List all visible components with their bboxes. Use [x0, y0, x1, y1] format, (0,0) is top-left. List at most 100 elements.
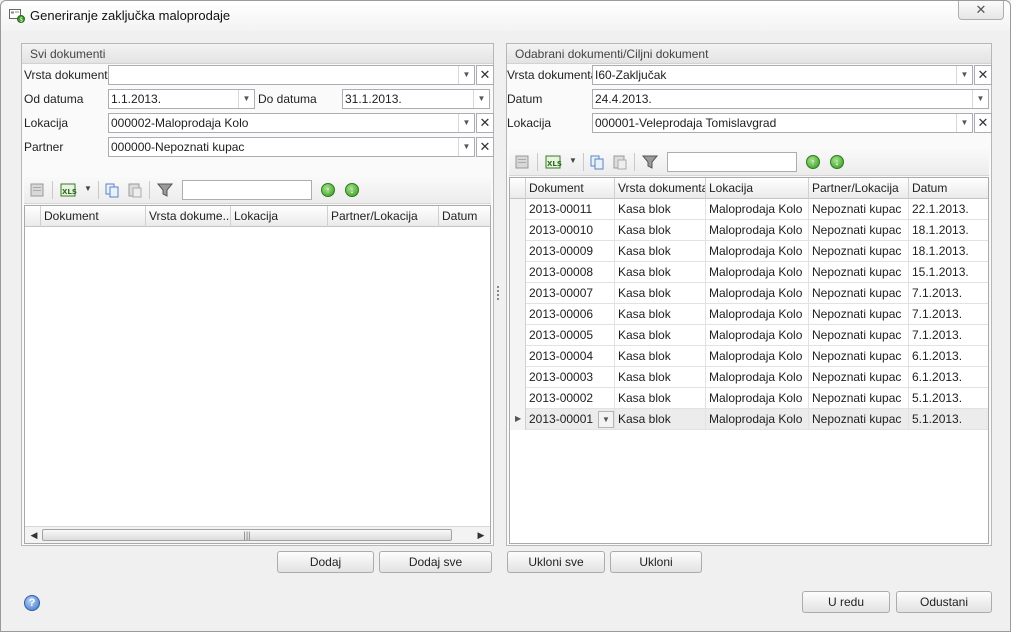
row-indicator[interactable]: [510, 325, 526, 346]
clear-icon[interactable]: ✕: [974, 113, 992, 133]
column-header[interactable]: Lokacija: [231, 206, 328, 227]
excel-export-icon[interactable]: XLS: [60, 182, 80, 198]
table-cell[interactable]: Kasa blok: [615, 409, 706, 430]
table-cell[interactable]: Nepoznati kupac: [809, 220, 909, 241]
table-row[interactable]: 2013-00007 Kasa blok Maloprodaja Kolo Nepoz…: [510, 283, 988, 304]
table-cell[interactable]: Maloprodaja Kolo: [706, 325, 809, 346]
table-cell[interactable]: Kasa blok: [615, 346, 706, 367]
table-cell[interactable]: 5.1.2013.: [909, 388, 988, 409]
ukloni-button[interactable]: Ukloni: [610, 551, 702, 573]
dropdown-arrow-icon[interactable]: ▼: [458, 66, 474, 84]
row-indicator[interactable]: [510, 262, 526, 283]
table-cell[interactable]: Nepoznati kupac: [809, 388, 909, 409]
move-down-icon[interactable]: ↓: [345, 183, 359, 197]
table-cell[interactable]: Nepoznati kupac: [809, 304, 909, 325]
clear-icon[interactable]: ✕: [476, 113, 494, 133]
dropdown-arrow-icon[interactable]: ▼: [473, 90, 489, 108]
table-cell[interactable]: 2013-00010: [526, 220, 615, 241]
table-cell[interactable]: 5.1.2013.: [909, 409, 988, 430]
table-cell[interactable]: Nepoznati kupac: [809, 367, 909, 388]
table-row[interactable]: 2013-00011 Kasa blok Maloprodaja Kolo Nepoz…: [510, 199, 988, 220]
table-cell[interactable]: Kasa blok: [615, 199, 706, 220]
paste-icon[interactable]: [612, 154, 628, 170]
table-cell[interactable]: 2013-00005: [526, 325, 615, 346]
column-header[interactable]: Datum: [909, 178, 988, 199]
table-cell[interactable]: Nepoznati kupac: [809, 241, 909, 262]
left-search-input[interactable]: [182, 180, 312, 200]
row-indicator[interactable]: [510, 346, 526, 367]
dropdown-arrow-icon[interactable]: ▼: [972, 90, 988, 108]
dropdown-arrow-icon[interactable]: ▼: [458, 114, 474, 132]
row-indicator[interactable]: [510, 388, 526, 409]
row-indicator[interactable]: [510, 283, 526, 304]
table-cell[interactable]: 2013-00003: [526, 367, 615, 388]
table-cell[interactable]: Maloprodaja Kolo: [706, 220, 809, 241]
excel-export-icon[interactable]: XLS: [545, 154, 565, 170]
table-cell[interactable]: Kasa blok: [615, 325, 706, 346]
scroll-left-icon[interactable]: ◀: [28, 529, 40, 541]
table-cell[interactable]: Maloprodaja Kolo: [706, 304, 809, 325]
column-header[interactable]: Dokument: [41, 206, 146, 227]
dodaj-sve-button[interactable]: Dodaj sve: [379, 551, 492, 573]
scrollbar-thumb[interactable]: |||: [42, 529, 452, 541]
right-lokacija-field[interactable]: 000001-Veleprodaja Tomislavgrad ▼ ✕: [592, 113, 992, 133]
column-header[interactable]: Partner/Lokacija: [809, 178, 909, 199]
dropdown-arrow-icon[interactable]: ▼: [458, 138, 474, 156]
table-cell[interactable]: Maloprodaja Kolo: [706, 388, 809, 409]
table-cell[interactable]: Kasa blok: [615, 262, 706, 283]
table-cell[interactable]: Nepoznati kupac: [809, 262, 909, 283]
table-row[interactable]: 2013-00008 Kasa blok Maloprodaja Kolo Nepoz…: [510, 262, 988, 283]
table-cell[interactable]: Kasa blok: [615, 388, 706, 409]
move-up-icon[interactable]: ↑: [806, 155, 820, 169]
table-row[interactable]: 2013-00005 Kasa blok Maloprodaja Kolo Nepoz…: [510, 325, 988, 346]
right-search-input[interactable]: [667, 152, 797, 172]
column-header[interactable]: Datum: [439, 206, 490, 227]
dropdown-arrow-icon[interactable]: ▼: [956, 66, 972, 84]
move-up-icon[interactable]: ↑: [321, 183, 335, 197]
dropdown-arrow-icon[interactable]: ▼: [238, 90, 254, 108]
table-cell[interactable]: 2013-00011: [526, 199, 615, 220]
table-cell[interactable]: Nepoznati kupac: [809, 325, 909, 346]
table-cell[interactable]: Maloprodaja Kolo: [706, 367, 809, 388]
column-header[interactable]: Vrsta dokumenta: [615, 178, 706, 199]
table-row[interactable]: 2013-00002 Kasa blok Maloprodaja Kolo Nepoz…: [510, 388, 988, 409]
table-cell[interactable]: Nepoznati kupac: [809, 199, 909, 220]
table-cell[interactable]: Kasa blok: [615, 220, 706, 241]
table-cell[interactable]: Kasa blok: [615, 283, 706, 304]
row-indicator[interactable]: [510, 241, 526, 262]
right-datum-field[interactable]: 24.4.2013. ▼: [592, 89, 989, 109]
table-cell[interactable]: 2013-00009: [526, 241, 615, 262]
table-row[interactable]: ▶ 2013-00001 Kasa blok Maloprodaja Kolo Nepo…: [510, 409, 988, 430]
clear-icon[interactable]: ✕: [476, 137, 494, 157]
table-cell[interactable]: 18.1.2013.: [909, 220, 988, 241]
dodaj-button[interactable]: Dodaj: [277, 551, 374, 573]
table-row[interactable]: 2013-00009 Kasa blok Maloprodaja Kolo Nepoz…: [510, 241, 988, 262]
table-row[interactable]: 2013-00004 Kasa blok Maloprodaja Kolo Nepoz…: [510, 346, 988, 367]
scroll-right-icon[interactable]: ▶: [475, 529, 487, 541]
copy-icon[interactable]: [589, 154, 605, 170]
cancel-button[interactable]: Odustani: [896, 591, 992, 613]
move-down-icon[interactable]: ↓: [830, 155, 844, 169]
clear-icon[interactable]: ✕: [974, 65, 992, 85]
print-icon[interactable]: [29, 182, 45, 198]
row-indicator[interactable]: ▶: [510, 409, 526, 430]
table-cell[interactable]: 2013-00002: [526, 388, 615, 409]
help-icon[interactable]: ?: [24, 595, 40, 611]
close-button[interactable]: ✕: [958, 1, 1004, 20]
filter-icon[interactable]: [642, 154, 658, 170]
table-cell[interactable]: Kasa blok: [615, 367, 706, 388]
table-cell[interactable]: 6.1.2013.: [909, 367, 988, 388]
table-cell[interactable]: Maloprodaja Kolo: [706, 199, 809, 220]
table-cell[interactable]: 7.1.2013.: [909, 325, 988, 346]
filter-icon[interactable]: [157, 182, 173, 198]
left-do-datuma-field[interactable]: 31.1.2013. ▼: [342, 89, 490, 109]
table-cell[interactable]: Maloprodaja Kolo: [706, 409, 809, 430]
row-indicator[interactable]: [510, 199, 526, 220]
chevron-down-icon[interactable]: ▼: [569, 156, 577, 165]
left-vrsta-field[interactable]: ▼ ✕: [108, 65, 494, 85]
table-cell[interactable]: 22.1.2013.: [909, 199, 988, 220]
column-header[interactable]: Lokacija: [706, 178, 809, 199]
table-cell[interactable]: Kasa blok: [615, 241, 706, 262]
dropdown-arrow-icon[interactable]: ▼: [956, 114, 972, 132]
ukloni-sve-button[interactable]: Ukloni sve: [507, 551, 605, 573]
